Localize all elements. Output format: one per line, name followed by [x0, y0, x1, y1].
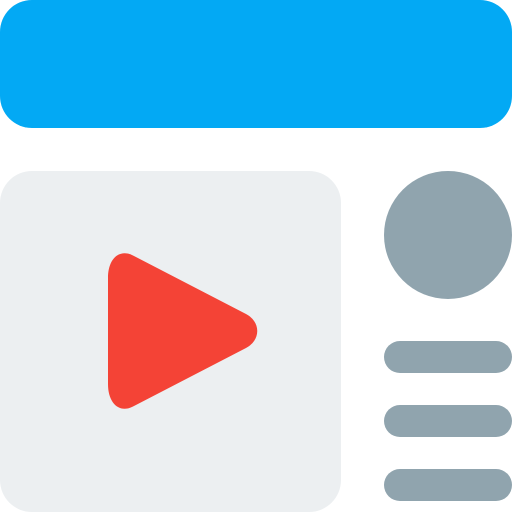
text-line-3 — [384, 469, 512, 501]
text-line-2 — [384, 405, 512, 437]
avatar — [384, 171, 512, 299]
text-line-1 — [384, 341, 512, 373]
play-icon — [108, 253, 258, 409]
header-bar — [0, 0, 512, 128]
video-layout-icon — [0, 0, 512, 512]
